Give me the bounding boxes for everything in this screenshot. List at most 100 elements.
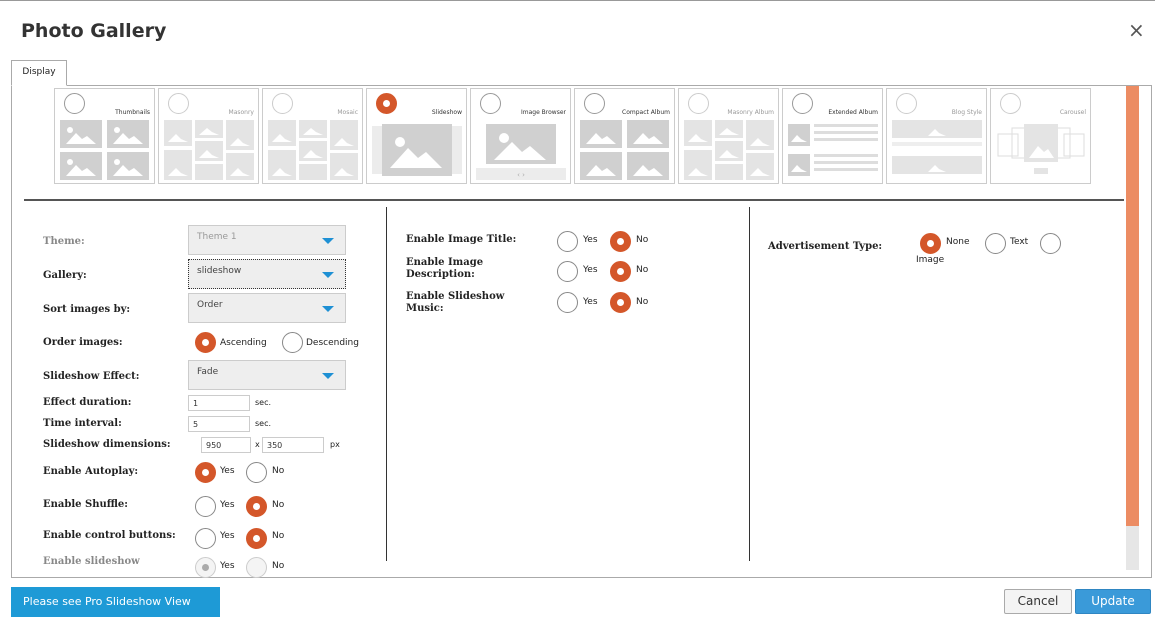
ad-none-radio[interactable] [920,233,941,254]
ad-image-radio[interactable] [1040,233,1061,254]
chevron-down-icon [322,272,334,278]
shuffle-no-radio[interactable] [246,496,267,517]
interval-input[interactable] [188,416,250,432]
order-descending-label: Descending [306,338,359,348]
sort-select[interactable]: Order [188,293,346,323]
extended-album-view-icon [788,124,878,176]
duration-input[interactable] [188,395,250,411]
view-radio[interactable] [272,93,293,114]
effect-select-value: Fade [197,367,219,377]
view-radio[interactable] [584,93,605,114]
close-icon[interactable]: × [1128,18,1145,42]
scrollbar-thumb[interactable] [1126,86,1139,526]
duration-unit: sec. [255,398,272,407]
view-label: Slideshow [431,109,462,116]
interval-label: Time interval: [43,418,122,429]
autoplay-no-radio[interactable] [246,462,267,483]
ad-text-radio[interactable] [985,233,1006,254]
view-option-masonry-album[interactable]: Masonry Album [678,88,779,184]
chevron-down-icon [322,238,334,244]
cancel-button[interactable]: Cancel [1004,589,1072,614]
view-radio-selected[interactable] [376,93,397,114]
music-no-radio[interactable] [610,292,631,313]
filmstrip-yes-label: Yes [220,561,235,571]
music-yes-label: Yes [583,297,598,307]
duration-label: Effect duration: [43,397,132,408]
view-option-image-browser[interactable]: Image Browser ‹ › [470,88,571,184]
shuffle-label: Enable Shuffle: [43,499,128,510]
column-divider [749,207,750,561]
effect-select[interactable]: Fade [188,360,346,390]
autoplay-label: Enable Autoplay: [43,466,139,477]
image-desc-label-line1: Enable Image [406,257,484,268]
filmstrip-no-radio[interactable] [246,557,267,578]
sort-label: Sort images by: [43,304,131,315]
view-label: Image Browser [520,109,566,116]
control-yes-label: Yes [220,531,235,541]
view-option-slideshow[interactable]: Slideshow [366,88,467,184]
view-label: Carousel [1059,109,1086,116]
tab-bar: Display [11,60,1152,86]
update-button[interactable]: Update [1075,589,1151,614]
dimensions-height-input[interactable] [262,437,324,453]
gallery-label: Gallery: [43,270,87,281]
view-option-blog-style[interactable]: Blog Style [886,88,987,184]
dimensions-width-input[interactable] [201,437,251,453]
ad-image-label: Image [916,255,945,265]
view-option-thumbnails[interactable]: Thumbnails [54,88,155,184]
image-title-no-radio[interactable] [610,231,631,252]
chevron-down-icon [322,373,334,379]
thumbnails-view-icon [60,120,149,180]
view-option-compact-album[interactable]: Compact Album [574,88,675,184]
music-label-line2: Music: [406,303,444,314]
order-ascending-radio[interactable] [195,332,216,353]
view-radio[interactable] [1000,93,1021,114]
order-label: Order images: [43,337,123,348]
interval-unit: sec. [255,419,272,428]
image-desc-yes-radio[interactable] [557,261,578,282]
music-label-line1: Enable Slideshow [406,291,505,302]
image-title-yes-radio[interactable] [557,231,578,252]
theme-select[interactable]: Theme 1 [188,225,346,255]
shuffle-yes-radio[interactable] [195,496,216,517]
view-radio[interactable] [688,93,709,114]
view-label: Blog Style [951,109,982,116]
sort-select-value: Order [197,300,223,310]
view-option-mosaic[interactable]: Mosaic [262,88,363,184]
view-option-masonry[interactable]: Masonry [158,88,259,184]
chevron-down-icon [322,306,334,312]
view-option-carousel[interactable]: Carousel [990,88,1091,184]
view-radio[interactable] [896,93,917,114]
gallery-select[interactable]: slideshow [188,259,346,289]
view-radio[interactable] [168,93,189,114]
view-label: Thumbnails [115,109,150,116]
slideshow-filmstrip-label: Enable slideshow [43,556,140,567]
ad-type-label: Advertisement Type: [768,241,883,252]
view-radio[interactable] [64,93,85,114]
order-descending-radio[interactable] [282,332,303,353]
view-label: Masonry Album [727,109,774,116]
dimensions-separator: x [255,440,260,449]
control-no-radio[interactable] [246,528,267,549]
shuffle-no-label: No [272,500,285,510]
svg-text:‹ ›: ‹ › [517,171,525,179]
view-label: Extended Album [828,109,878,116]
music-yes-radio[interactable] [557,292,578,313]
section-divider [24,199,1124,201]
image-desc-yes-label: Yes [583,265,598,275]
image-desc-no-radio[interactable] [610,261,631,282]
control-no-label: No [272,531,285,541]
filmstrip-yes-radio[interactable] [195,557,216,578]
control-yes-radio[interactable] [195,528,216,549]
view-radio[interactable] [792,93,813,114]
ad-text-label: Text [1010,237,1029,247]
tab-display[interactable]: Display [11,60,67,86]
view-radio[interactable] [480,93,501,114]
dimensions-unit: px [330,440,340,449]
pro-slideshow-view-button[interactable]: Please see Pro Slideshow View [11,587,220,617]
autoplay-yes-radio[interactable] [195,462,216,483]
image-desc-no-label: No [636,265,649,275]
effect-label: Slideshow Effect: [43,371,140,382]
view-option-extended-album[interactable]: Extended Album [782,88,883,184]
image-title-no-label: No [636,235,649,245]
